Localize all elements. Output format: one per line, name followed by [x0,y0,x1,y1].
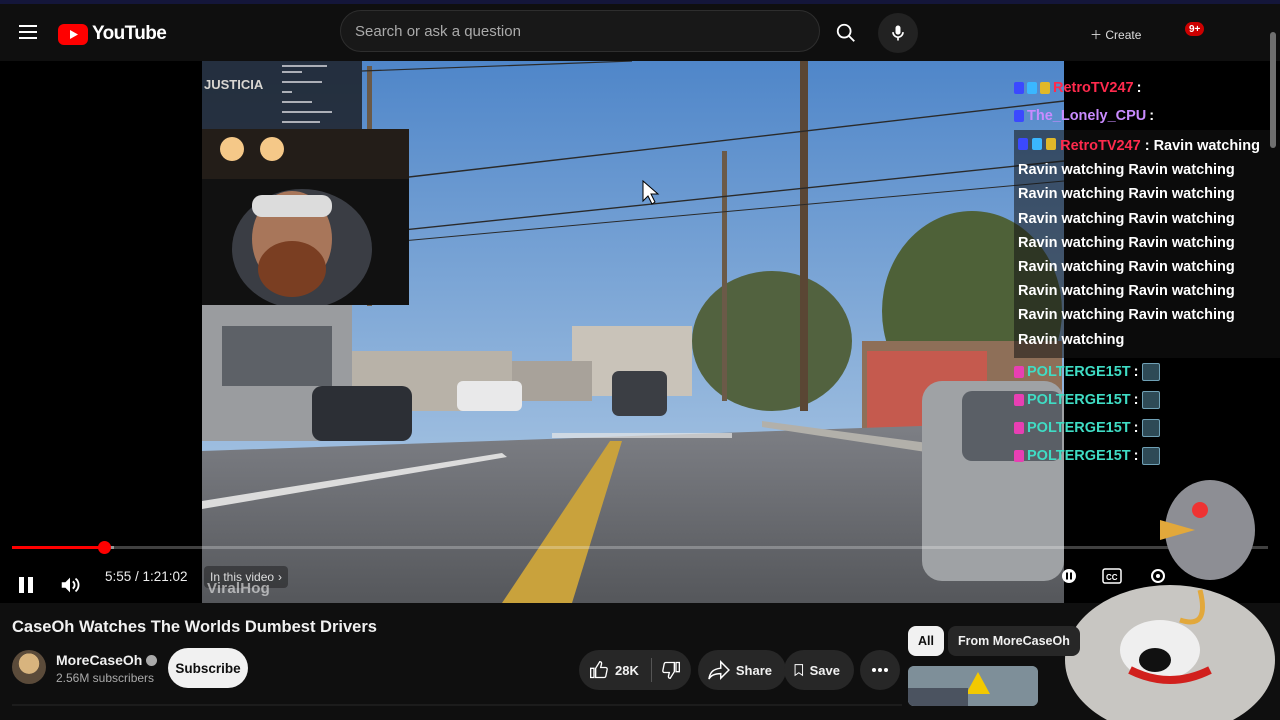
dislike-button[interactable] [652,650,690,690]
chat-line: POLTERGE15T : [1014,442,1280,470]
subscriber-count: 2.56M subscribers [56,671,155,685]
video-title: CaseOh Watches The Worlds Dumbest Driver… [12,618,377,636]
more-actions-button[interactable] [860,650,900,690]
save-button[interactable]: Save [784,650,854,690]
gem-badge-icon [1027,82,1037,94]
chat-line: POLTERGE15T : [1014,358,1280,386]
moderator-badge-icon [1014,82,1024,94]
share-label: Share [735,662,772,678]
chat-colon: : [1133,419,1139,436]
notification-badge[interactable]: 9+ [1185,22,1205,36]
chevron-right-icon: › [278,570,283,584]
chat-line: The_Lonely_CPU : [1014,102,1280,130]
chat-username: POLTERGE15T [1027,419,1131,436]
chat-username: RetroTV247 [1053,80,1134,96]
moderator-badge-icon [1014,110,1024,122]
chat-username: The_Lonely_CPU [1027,108,1147,124]
chat-username: POLTERGE15T [1027,363,1131,380]
emote-icon [1141,446,1160,465]
search-icon [836,23,855,42]
chat-colon: : [1133,363,1139,380]
like-button[interactable]: 28K [579,650,651,690]
youtube-logo[interactable]: YouTube [58,23,167,45]
bookmark-icon [794,664,804,677]
menu-icon[interactable] [16,20,40,44]
crown-badge-icon [1046,138,1057,150]
more-horizontal-icon [872,668,888,672]
search-input[interactable] [341,11,819,51]
progress-played [12,546,104,549]
channel-name[interactable]: MoreCaseOh [56,652,142,668]
subscriber-badge-icon [1014,393,1024,406]
streamer-webcam [202,129,409,305]
chat-colon: : [1149,108,1155,124]
thumbs-down-icon [662,661,680,680]
gem-badge-icon [1032,138,1043,150]
youtube-play-icon [58,23,88,45]
chat-repeat-list: POLTERGE15T : POLTERGE15T : POLTERGE15T … [1014,358,1280,470]
subscriber-badge-icon [1014,365,1024,378]
logo-text: YouTube [92,23,167,44]
emote-icon [1141,390,1160,409]
create-label: Create [1105,28,1142,42]
subscriber-badge-icon [1014,421,1024,434]
plus-icon: ＋ [1090,28,1103,42]
emote-icon [1141,418,1160,437]
subscribe-button[interactable]: Subscribe [168,648,248,688]
chat-scrollbar[interactable] [1270,32,1276,148]
moderator-badge-icon [1018,138,1028,150]
chat-username: RetroTV247 [1060,138,1141,154]
crown-badge-icon [1040,82,1050,94]
volume-icon [61,577,80,593]
chat-line: POLTERGE15T : [1014,414,1280,442]
chat-colon: : [1133,391,1139,408]
chat-username: POLTERGE15T [1027,447,1131,464]
mascot-sticker [1060,470,1280,720]
emote-icon [1141,362,1160,381]
microphone-icon [892,25,904,41]
progress-scrubber[interactable] [97,541,111,554]
stream-chat-mini: JUSTICIA [202,61,362,129]
volume-button[interactable] [56,571,84,599]
divider [12,704,902,706]
chat-overlay: RetroTV247 : The_Lonely_CPU : RetroTV247… [1014,74,1280,470]
time-display: 5:55 / 1:21:02 [105,569,188,584]
related-video-thumbnail[interactable] [908,666,1038,706]
chat-line: POLTERGE15T : [1014,386,1280,414]
channel-avatar[interactable] [12,650,46,684]
chip-all[interactable]: All [908,626,944,656]
voice-search-button[interactable] [878,13,918,53]
chat-highlight-message: RetroTV247 : Ravin watching Ravin watchi… [1014,130,1280,358]
chat-username: POLTERGE15T [1027,391,1131,408]
create-button[interactable]: ＋ Create [1090,26,1141,43]
subscriber-badge-icon [1014,449,1024,462]
thumbs-up-icon [590,660,608,679]
pause-button[interactable] [12,571,40,599]
channel-name-row[interactable]: MoreCaseOh [56,652,158,668]
search-button[interactable] [826,13,866,53]
like-dislike-group: 28K [579,650,691,690]
save-label: Save [809,662,840,678]
svg-text:JUSTICIA: JUSTICIA [204,77,264,92]
search-box[interactable] [340,10,820,52]
pause-icon [19,577,33,593]
verified-check-icon [146,655,158,666]
chat-colon: : [1133,447,1139,464]
chip-from-channel[interactable]: From MoreCaseOh [948,626,1080,656]
share-icon [708,660,730,680]
like-count: 28K [615,662,639,678]
share-button[interactable]: Share [698,650,786,690]
chat-colon: : [1136,80,1142,96]
chat-colon: : [1144,138,1154,154]
chat-line: RetroTV247 : [1014,74,1280,102]
chat-message-text: Ravin watching Ravin watching Ravin watc… [1018,138,1260,348]
video-watermark: ViralHog [207,580,271,597]
